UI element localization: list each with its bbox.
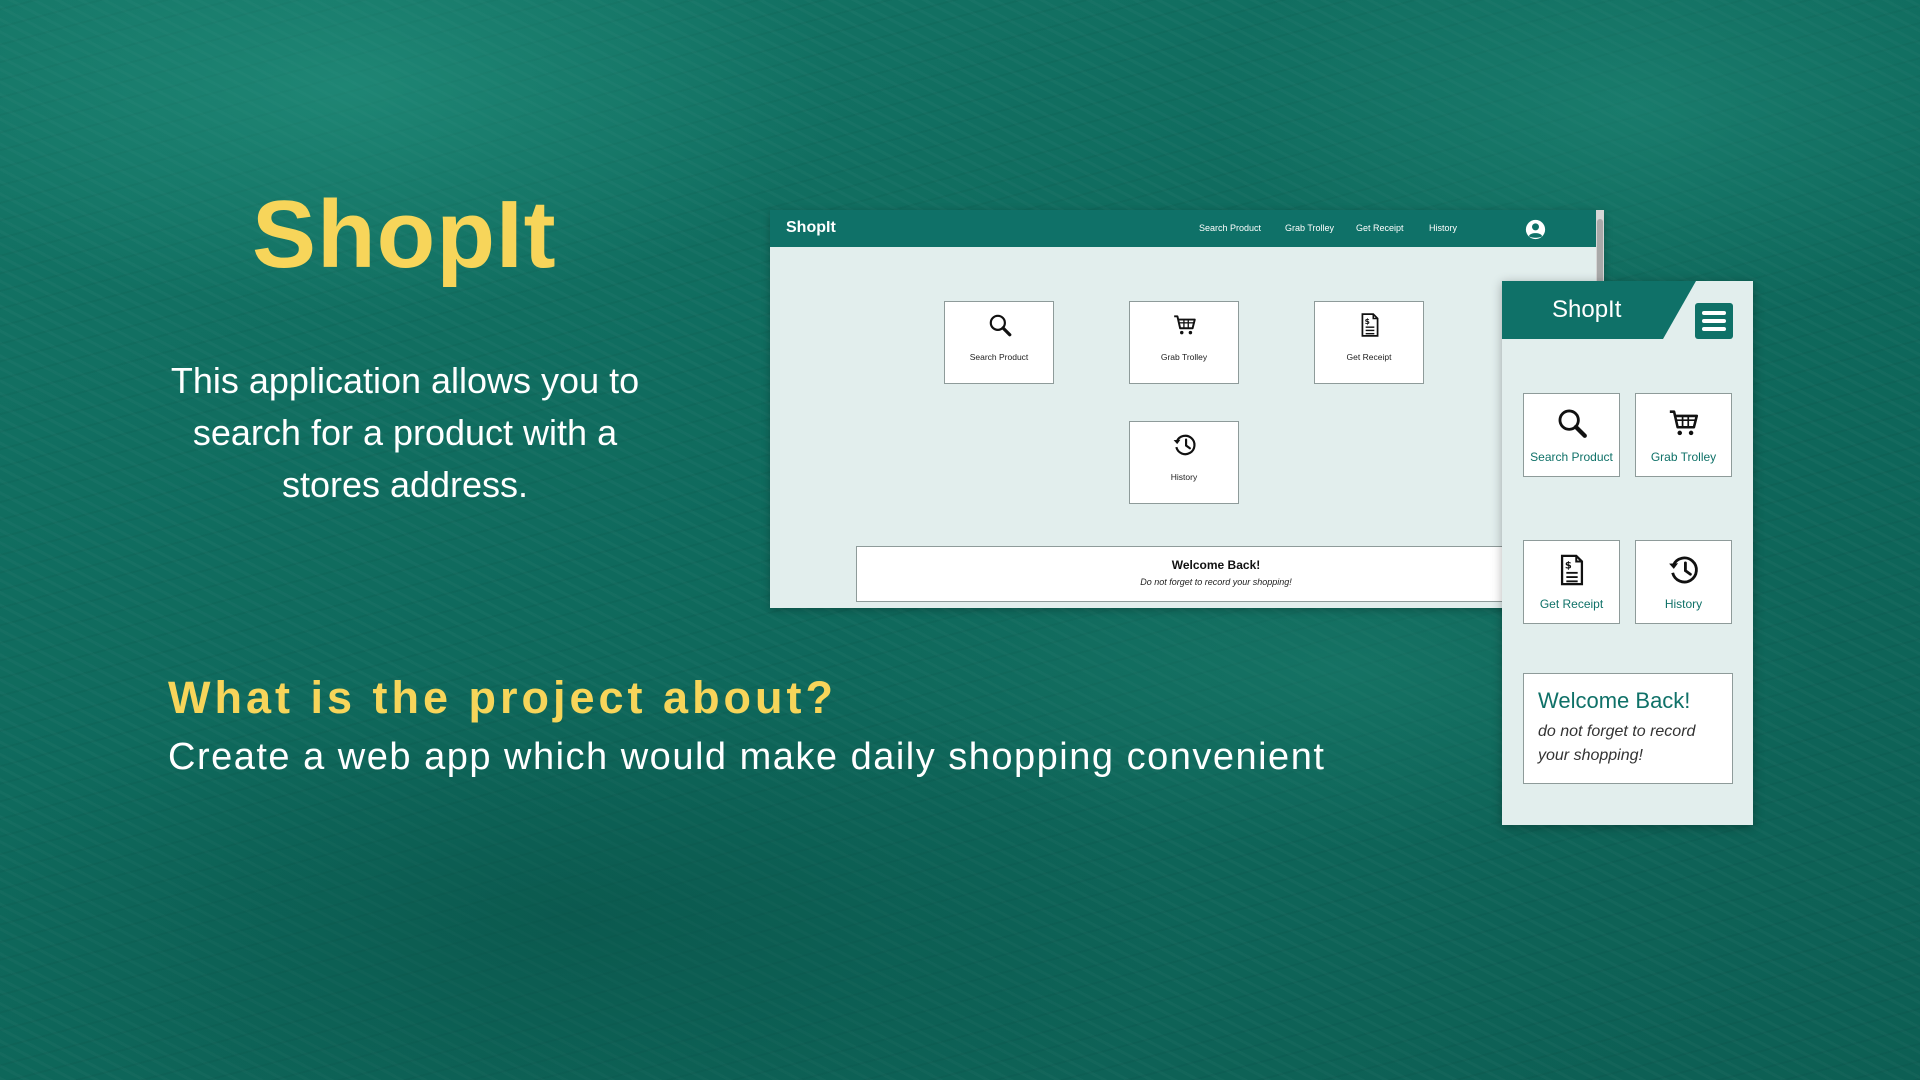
card-label: Get Receipt: [1539, 597, 1604, 611]
desktop-welcome-banner: Welcome Back! Do not forget to record yo…: [856, 546, 1576, 602]
cart-icon: [1669, 410, 1699, 436]
desktop-navbar: ShopIt Search Product Grab Trolley Get R…: [770, 210, 1604, 247]
nav-link-grab-trolley[interactable]: Grab Trolley: [1285, 223, 1334, 233]
svg-text:$: $: [1565, 561, 1572, 572]
desktop-mockup: ShopIt Search Product Grab Trolley Get R…: [770, 210, 1604, 608]
welcome-title: Welcome Back!: [1171, 558, 1261, 572]
search-icon: [989, 314, 1012, 337]
mobile-welcome-banner: Welcome Back! do not forget to record yo…: [1523, 673, 1733, 784]
desktop-logo[interactable]: ShopIt: [786, 219, 836, 237]
card-search-product[interactable]: Search Product: [944, 301, 1054, 384]
mobile-card-grab-trolley[interactable]: Grab Trolley: [1635, 393, 1732, 477]
nav-link-search-product[interactable]: Search Product: [1199, 223, 1261, 233]
card-label: History: [1170, 472, 1198, 482]
card-label: Grab Trolley: [1160, 352, 1208, 362]
welcome-subtitle: Do not forget to record your shopping!: [1140, 577, 1292, 587]
history-icon: [1173, 434, 1196, 456]
mobile-card-search-product[interactable]: Search Product: [1523, 393, 1620, 477]
mobile-logo[interactable]: ShopIt: [1552, 296, 1621, 324]
nav-link-get-receipt[interactable]: Get Receipt: [1356, 223, 1404, 233]
welcome-title: Welcome Back!: [1538, 688, 1691, 713]
history-icon: [1669, 556, 1698, 584]
card-grab-trolley[interactable]: Grab Trolley: [1129, 301, 1239, 384]
slide-subheading: Create a web app which would make daily …: [168, 736, 1326, 778]
card-label: Grab Trolley: [1650, 450, 1717, 464]
cart-icon: [1174, 315, 1196, 335]
svg-text:$: $: [1365, 317, 1370, 326]
nav-link-history[interactable]: History: [1429, 223, 1457, 233]
card-label: Get Receipt: [1346, 352, 1392, 362]
card-label: History: [1664, 597, 1703, 611]
welcome-subtitle: do not forget to record your shopping!: [1538, 723, 1696, 764]
user-icon[interactable]: [1525, 219, 1546, 240]
slide-heading: What is the project about?: [168, 672, 838, 723]
card-label: Search Product: [1530, 450, 1613, 464]
card-label: Search Product: [969, 352, 1029, 362]
slide-description: This application allows you to search fo…: [170, 360, 640, 505]
desktop-scrollbar-thumb[interactable]: [1597, 219, 1603, 289]
mobile-card-history[interactable]: History: [1635, 540, 1732, 624]
slide-title: ShopIt: [252, 181, 557, 288]
mobile-mockup: ShopIt Search Product Grab Trolley $ Get…: [1502, 281, 1753, 825]
mobile-card-get-receipt[interactable]: $ Get Receipt: [1523, 540, 1620, 624]
card-get-receipt[interactable]: $ Get Receipt: [1314, 301, 1424, 384]
card-history[interactable]: History: [1129, 421, 1239, 504]
receipt-icon: $: [1560, 554, 1584, 586]
hamburger-menu-icon[interactable]: [1695, 303, 1733, 339]
receipt-icon: $: [1361, 313, 1379, 337]
search-icon: [1558, 409, 1587, 438]
